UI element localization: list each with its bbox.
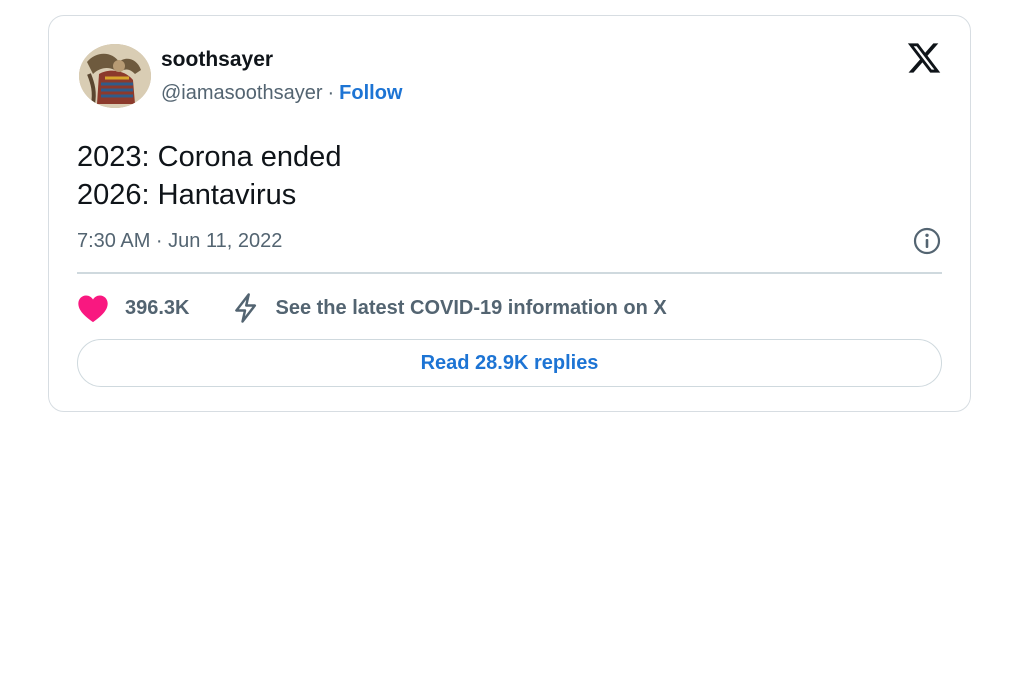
tweet-text-line: 2023: Corona ended: [77, 141, 342, 173]
tweet-timestamp[interactable]: 7:30 AM · Jun 11, 2022: [77, 230, 282, 253]
action-bar: 396.3K See the latest COVID-19 informati…: [77, 290, 667, 326]
covid-info-link[interactable]: See the latest COVID-19 information on X: [230, 292, 667, 324]
read-replies-label: Read 28.9K replies: [420, 351, 599, 374]
divider: [77, 272, 942, 274]
lightning-bolt-icon: [234, 293, 256, 323]
separator-dot: ·: [327, 82, 335, 104]
follow-link[interactable]: Follow: [339, 82, 402, 104]
avatar[interactable]: [79, 44, 151, 108]
tweet-text-line: 2026: Hantavirus: [77, 179, 297, 211]
author-display-name[interactable]: soothsayer: [161, 48, 273, 72]
x-logo-icon[interactable]: [906, 40, 942, 76]
tweet-embed-card: soothsayer @iamasoothsayer · Follow 2023: …: [48, 15, 971, 412]
like-button[interactable]: 396.3K: [77, 293, 190, 323]
like-count: 396.3K: [125, 296, 190, 319]
heart-icon: [78, 295, 108, 323]
covid-info-text: See the latest COVID-19 information on X: [275, 296, 667, 319]
author-handle-row: @iamasoothsayer · Follow: [161, 82, 402, 105]
author-handle[interactable]: @iamasoothsayer: [161, 82, 322, 104]
info-icon[interactable]: [912, 226, 942, 256]
read-replies-button[interactable]: Read 28.9K replies: [77, 339, 942, 387]
avatar-image: [79, 44, 151, 108]
tweet-text: 2023: Corona ended 2026: Hantavirus: [77, 138, 341, 214]
